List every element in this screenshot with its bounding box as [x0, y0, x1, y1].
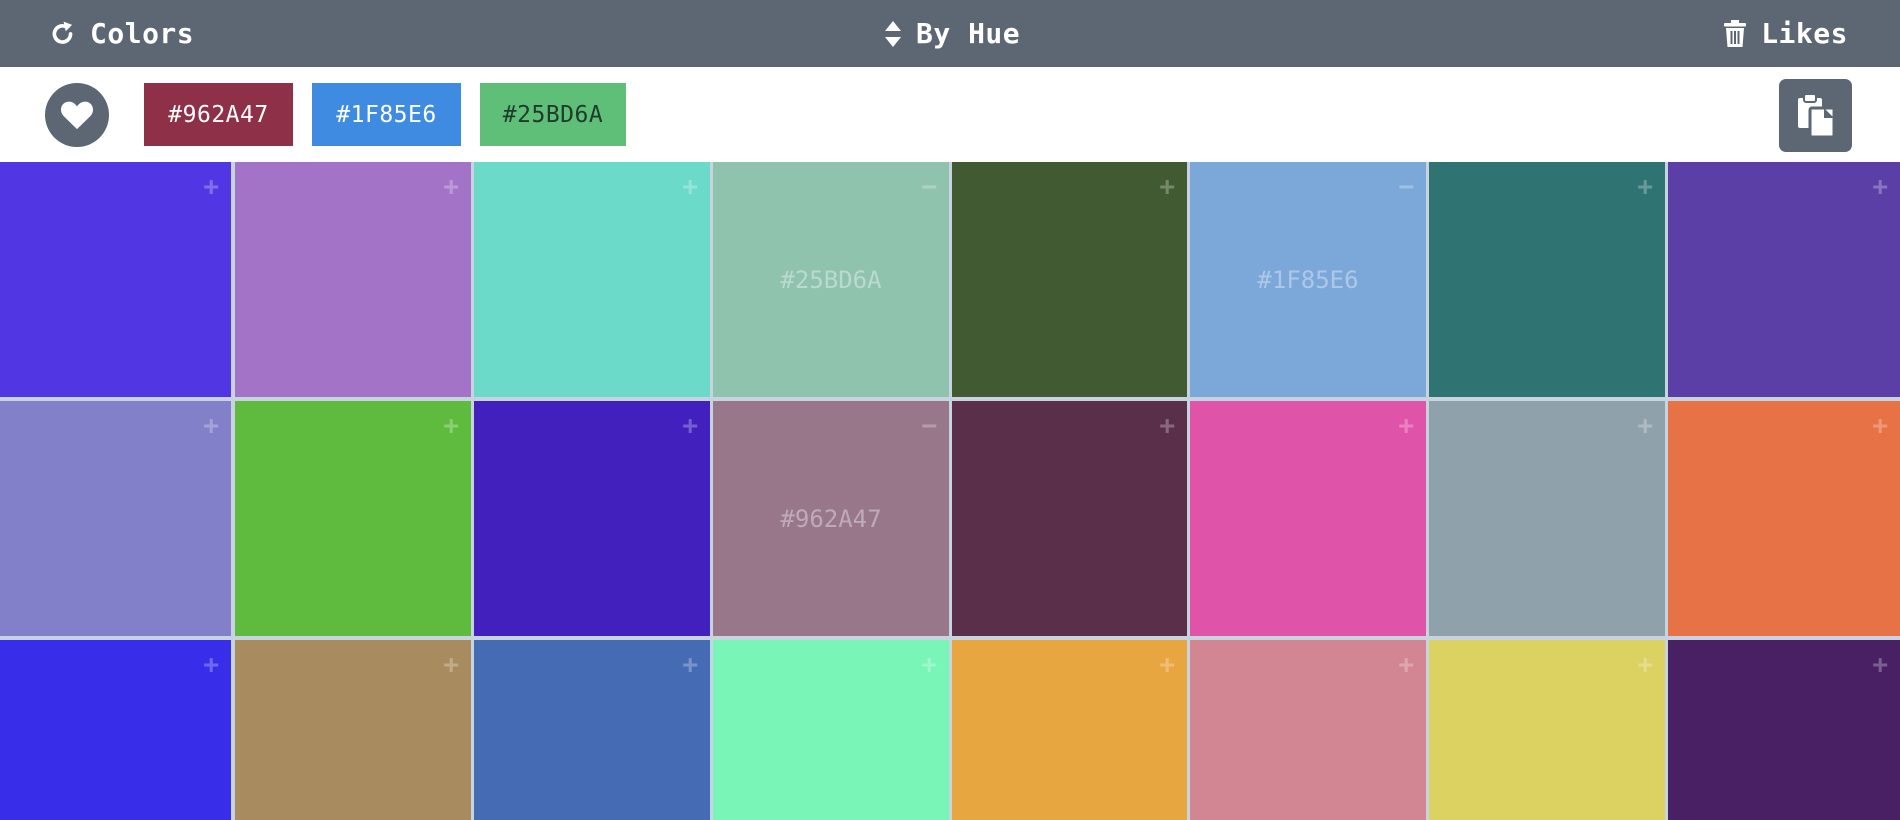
color-tile[interactable]: +	[1429, 640, 1665, 820]
like-toggle-plus[interactable]: +	[443, 413, 459, 439]
color-tile[interactable]: +	[1190, 640, 1426, 820]
color-tile[interactable]: +	[474, 162, 710, 397]
liked-color-chip[interactable]: #962A47	[144, 83, 293, 146]
sort-icon	[885, 20, 901, 47]
like-toggle-minus[interactable]: −	[1398, 174, 1414, 200]
color-tile[interactable]: +	[474, 640, 710, 820]
color-grid: + + + − #25BD6A + − #1F85E6 + + + + + − #962A47 + + + + + + +…	[0, 162, 1900, 820]
like-toggle-plus[interactable]: +	[1159, 413, 1175, 439]
color-tile-hex: #1F85E6	[1257, 265, 1359, 294]
like-toggle-plus[interactable]: +	[1637, 652, 1653, 678]
color-tile[interactable]: +	[235, 162, 471, 397]
like-toggle-plus[interactable]: +	[203, 174, 219, 200]
like-button[interactable]	[45, 83, 109, 147]
like-toggle-plus[interactable]: +	[1637, 413, 1653, 439]
liked-color-hex: #962A47	[168, 101, 269, 128]
heart-icon	[60, 101, 94, 130]
sort-label: By Hue	[916, 17, 1021, 50]
color-tile[interactable]: +	[1668, 401, 1900, 636]
trash-icon	[1724, 19, 1747, 47]
liked-color-chip[interactable]: #25BD6A	[480, 83, 626, 146]
like-toggle-minus[interactable]: −	[921, 413, 937, 439]
like-toggle-plus[interactable]: +	[682, 174, 698, 200]
top-bar: Colors By Hue Likes	[0, 0, 1900, 67]
like-toggle-plus[interactable]: +	[921, 652, 937, 678]
color-tile-hex: #25BD6A	[780, 265, 882, 294]
like-toggle-plus[interactable]: +	[682, 652, 698, 678]
clipboard-icon	[1797, 93, 1835, 138]
liked-color-hex: #1F85E6	[336, 101, 437, 128]
likes-label: Likes	[1761, 17, 1848, 50]
like-toggle-plus[interactable]: +	[203, 413, 219, 439]
liked-colors-bar: #962A47 #1F85E6 #25BD6A	[0, 67, 1900, 162]
color-tile[interactable]: +	[952, 401, 1187, 636]
like-toggle-plus[interactable]: +	[1398, 652, 1414, 678]
color-tile[interactable]: +	[474, 401, 710, 636]
color-tile[interactable]: − #962A47	[713, 401, 949, 636]
like-toggle-plus[interactable]: +	[1159, 174, 1175, 200]
color-tile[interactable]: +	[235, 401, 471, 636]
refresh-icon	[52, 21, 73, 44]
liked-color-hex: #25BD6A	[502, 101, 604, 128]
regenerate-colors-button[interactable]: Colors	[50, 0, 194, 67]
clear-likes-button[interactable]: Likes	[1723, 0, 1848, 67]
like-toggle-minus[interactable]: −	[921, 174, 937, 200]
color-tile[interactable]: +	[1190, 401, 1426, 636]
color-tile[interactable]: +	[1668, 640, 1900, 820]
like-toggle-plus[interactable]: +	[1398, 413, 1414, 439]
color-tile[interactable]: +	[952, 640, 1187, 820]
color-tile[interactable]: +	[713, 640, 949, 820]
color-tile[interactable]: +	[1429, 401, 1665, 636]
copy-button[interactable]	[1779, 79, 1852, 152]
color-tile-hex: #962A47	[780, 504, 882, 533]
like-toggle-plus[interactable]: +	[1637, 174, 1653, 200]
color-tile[interactable]: +	[0, 640, 231, 820]
like-toggle-plus[interactable]: +	[1872, 174, 1888, 200]
colors-label: Colors	[90, 17, 195, 50]
color-tile[interactable]: +	[235, 640, 471, 820]
like-toggle-plus[interactable]: +	[1872, 652, 1888, 678]
like-toggle-plus[interactable]: +	[1872, 413, 1888, 439]
color-tile[interactable]: +	[1668, 162, 1900, 397]
like-toggle-plus[interactable]: +	[443, 174, 459, 200]
color-tile[interactable]: − #25BD6A	[713, 162, 949, 397]
like-toggle-plus[interactable]: +	[203, 652, 219, 678]
like-toggle-plus[interactable]: +	[1159, 652, 1175, 678]
like-toggle-plus[interactable]: +	[443, 652, 459, 678]
color-tile[interactable]: +	[1429, 162, 1665, 397]
liked-color-chip[interactable]: #1F85E6	[312, 83, 461, 146]
color-tile[interactable]: +	[952, 162, 1187, 397]
color-tile[interactable]: +	[0, 162, 231, 397]
color-tile[interactable]: − #1F85E6	[1190, 162, 1426, 397]
like-toggle-plus[interactable]: +	[682, 413, 698, 439]
sort-by-hue-button[interactable]: By Hue	[884, 0, 1020, 67]
color-tile[interactable]: +	[0, 401, 231, 636]
